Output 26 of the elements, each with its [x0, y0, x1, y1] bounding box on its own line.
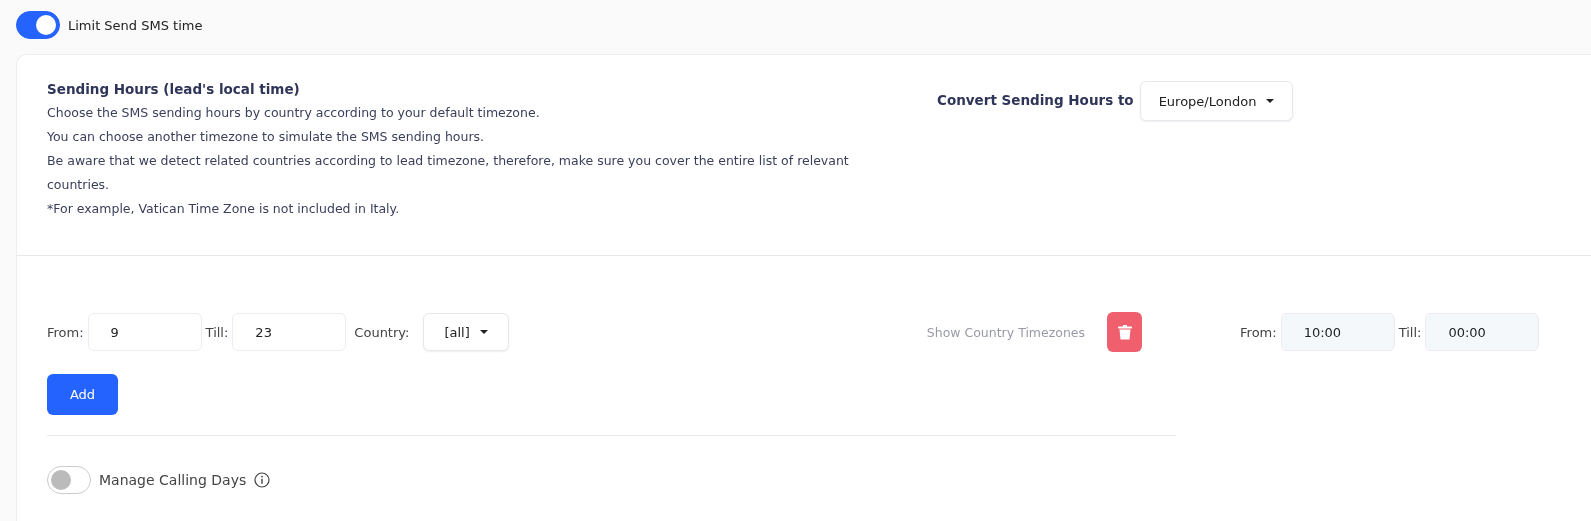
trash-icon [1117, 324, 1132, 340]
converted-from-label: From: [1240, 324, 1277, 340]
country-label: Country: [354, 324, 410, 340]
add-button[interactable]: Add [47, 374, 118, 415]
converted-till-field[interactable]: 00:00 [1425, 313, 1540, 351]
till-label: Till: [205, 324, 229, 340]
toggle-label: Limit Send SMS time [68, 17, 203, 33]
description-text: *For example, Vatican Time Zone is not included in Italy. [47, 200, 401, 218]
info-icon [254, 472, 271, 488]
section-title: Sending Hours (lead's local time) [47, 81, 301, 97]
caret-icon [479, 329, 488, 335]
from-label: From: [47, 324, 84, 340]
delete-button[interactable] [1107, 312, 1143, 352]
from-field[interactable]: 9 [87, 313, 202, 351]
converted-till-label: Till: [1398, 324, 1422, 340]
toggle-switch[interactable] [16, 11, 60, 39]
caret-icon [1266, 98, 1275, 104]
toggle-label: Manage Calling Days [99, 472, 247, 488]
timezone-dropdown[interactable]: Europe/London [1139, 81, 1294, 121]
description-text: Choose the SMS sending hours by country according to your default timezone. [47, 104, 541, 122]
country-dropdown[interactable]: [all] [423, 313, 509, 351]
convert-label: Convert Sending Hours to [937, 92, 1134, 108]
converted-from-field[interactable]: 10:00 [1280, 313, 1395, 351]
description-text: You can choose another timezone to simulate the SMS sending hours. [47, 128, 485, 146]
description-text: Be aware that we detect related countries according to lead timezone, therefore, make sure you cover the entire list of relevant countries. [47, 152, 850, 194]
till-field[interactable]: 23 [232, 313, 347, 351]
